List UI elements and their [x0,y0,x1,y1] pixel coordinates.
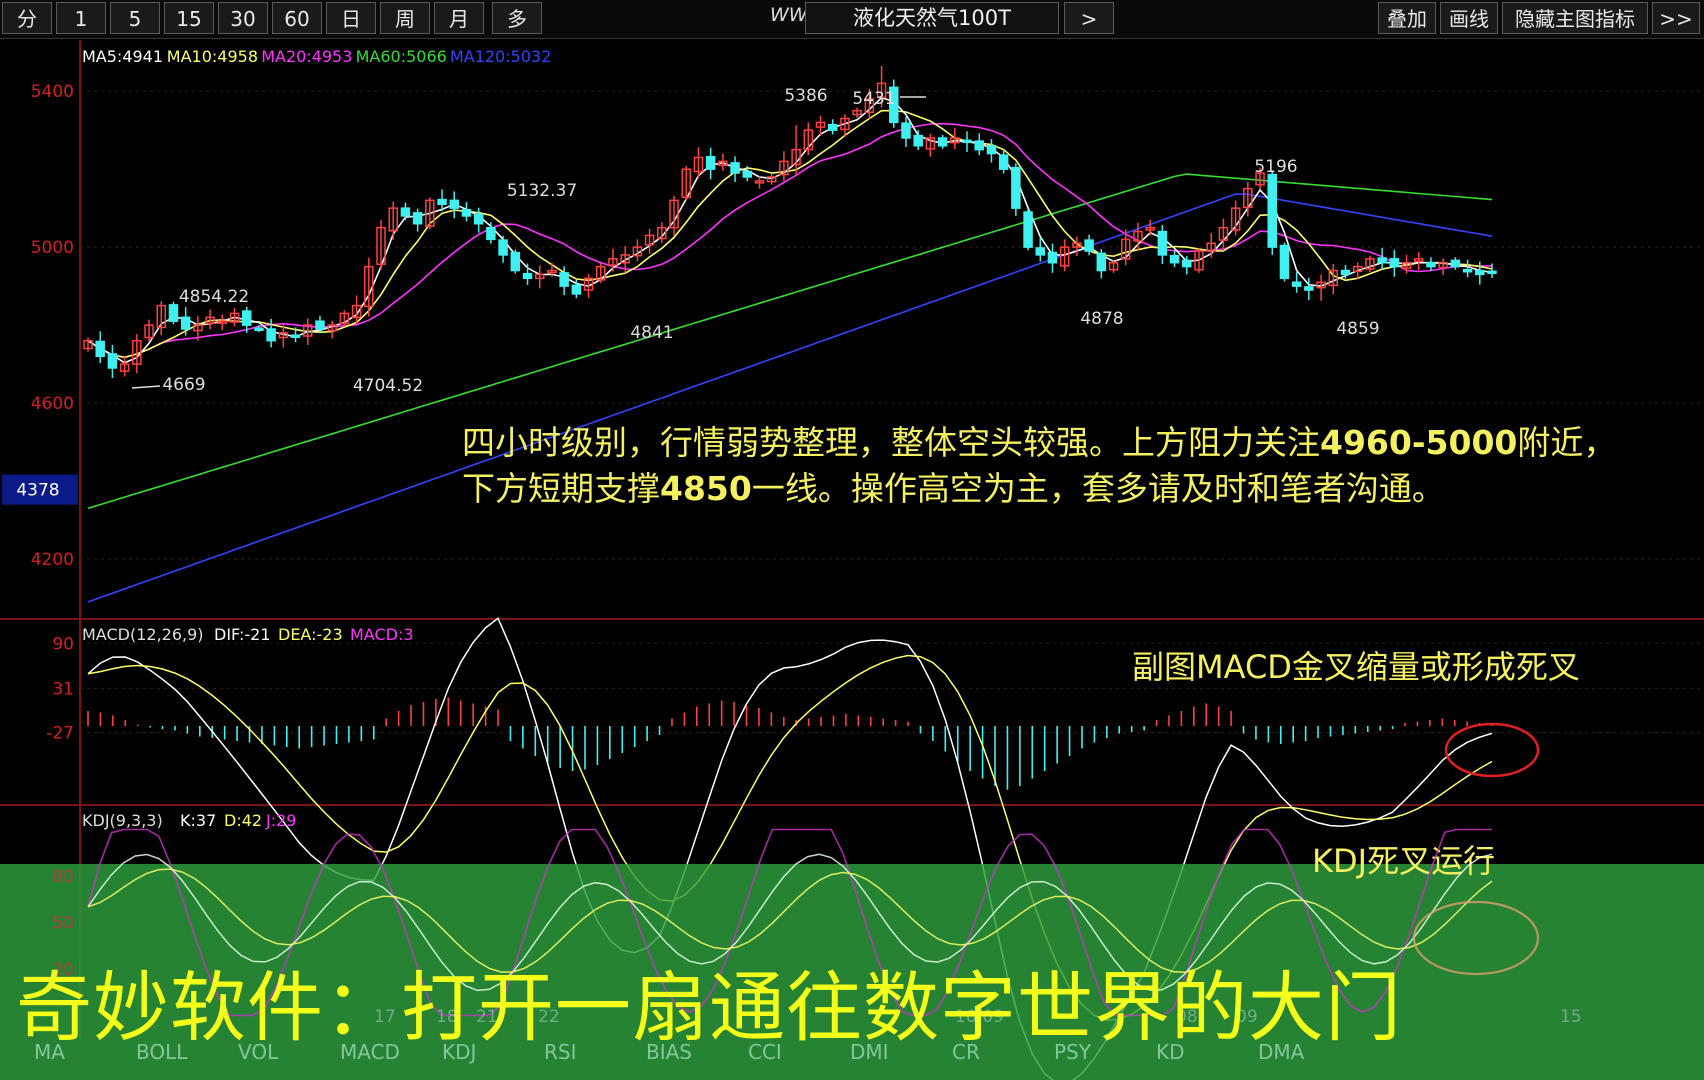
candle-body-100 [1304,286,1314,291]
price-annotation-5: 4704.52 [353,376,423,396]
candle-body-15 [266,328,276,342]
candle-body-82 [1084,239,1094,252]
candle-body-70 [937,137,948,147]
kdj-comment: KDJ死叉运行 [1312,842,1496,880]
candle-body-114 [1475,269,1485,276]
candle-body-19 [315,320,325,330]
candle-body-13 [241,310,252,326]
candle-body-36 [522,272,533,280]
current-price-label: 4378 [16,481,59,501]
caption: 奇妙软件：打开一扇通往数字世界的大门 [16,963,1402,1052]
candle-body-53 [730,162,740,174]
candle-body-115 [1487,270,1497,275]
candle-body-1 [95,340,105,358]
candle-body-61 [827,123,838,131]
price-annotation-0: 5386 [784,86,827,106]
price-annotation-8: 5196 [1254,157,1297,177]
main-y-tick-0: 5400 [31,82,74,102]
price-annotation-9: 4859 [1336,319,1379,339]
ma-legend-4: MA120:5032 [450,47,551,66]
candle-body-40 [571,284,582,295]
candle-body-75 [998,154,1009,170]
candle-body-90 [1182,259,1192,268]
candle-body-72 [962,139,972,144]
candle-body-31 [461,208,472,217]
kdj-legend-j: J:29 [265,811,296,830]
candle-body-54 [742,170,753,178]
price-annotation-1: 5431 [852,89,895,109]
ma-legend-1: MA10:4958 [167,47,258,66]
comment-l1a: 四小时级别，行情弱势整理，整体空头较强。上方阻力关注 [462,423,1320,462]
candle-body-107 [1389,258,1400,268]
price-annotation-4: 4669 [162,375,205,395]
candle-body-97 [1267,173,1277,248]
macd-y-tick-2: -27 [46,724,74,744]
candle-body-103 [1340,269,1351,276]
analysis-comment: 四小时级别，行情弱势整理，整体空头较强。上方阻力关注4960-5000附近， 下… [462,420,1616,512]
candle-body-77 [1023,211,1033,248]
candle-body-68 [913,134,923,147]
kdj-legend-d: D:42 [224,811,262,830]
candle-body-35 [510,251,521,272]
macd-legend-name: MACD(12,26,9) [82,625,204,644]
candle-body-27 [412,212,423,225]
candle-body-74 [986,145,997,155]
candle-body-89 [1169,254,1180,264]
ma-legend-0: MA5:4941 [82,47,163,66]
candle-body-110 [1426,261,1436,268]
macd-legend-dif: DIF:-21 [214,625,271,644]
macd-y-tick-1: 31 [52,679,74,699]
comment-l2a: 下方短期支撑 [462,469,660,508]
candle-body-14 [254,327,264,331]
comment-l1c: 附近， [1517,423,1617,462]
candle-body-51 [705,155,716,170]
candle-body-73 [974,140,984,151]
price-annotation-7: 4878 [1080,309,1123,329]
macd-comment: 副图MACD金叉缩量或形成死叉 [1132,648,1580,686]
candle-body-67 [901,122,911,139]
candle-body-33 [486,226,496,241]
price-annotation-6: 4841 [630,323,673,343]
comment-l2b: 4850 [660,469,752,508]
candle-body-78 [1035,247,1046,256]
candle-body-7 [168,304,179,322]
macd-legend-macd: MACD:3 [350,625,414,644]
candle-body-98 [1279,244,1290,280]
candle-body-30 [449,199,460,209]
candle-body-83 [1096,252,1107,272]
candle-body-88 [1157,230,1168,256]
candle-body-32 [473,213,484,225]
candle-body-34 [498,239,508,256]
price-annotation-3: 4854.22 [179,287,249,307]
macd-legend-dea: DEA:-23 [278,625,343,644]
candle-body-106 [1377,257,1387,264]
kdj-legend-name: KDJ(9,3,3) [82,811,163,830]
candle-body-79 [1047,251,1058,264]
price-annotation-2: 5132.37 [507,181,577,201]
ma-legend-2: MA20:4953 [261,47,352,66]
candle-body-29 [437,198,447,205]
candle-body-112 [1450,259,1461,268]
main-y-tick-3: 4200 [31,550,74,570]
comment-l1b: 4960-5000 [1320,423,1518,462]
main-y-tick-1: 5000 [31,238,74,258]
candle-body-8 [180,316,191,330]
candle-body-39 [559,272,569,287]
main-y-tick-2: 4600 [31,394,74,414]
candle-body-26 [400,207,411,217]
candle-body-17 [290,334,301,338]
candle-body-99 [1291,281,1302,287]
candle-body-76 [1011,166,1021,209]
candle-body-113 [1462,268,1473,273]
candle-body-2 [107,353,118,369]
kdj-legend-k: K:37 [180,811,216,830]
ma-legend-3: MA60:5066 [356,47,447,66]
macd-y-tick-0: 90 [52,634,74,654]
comment-l2c: 一线。操作高空为主，套多请及时和笔者沟通。 [751,469,1445,508]
